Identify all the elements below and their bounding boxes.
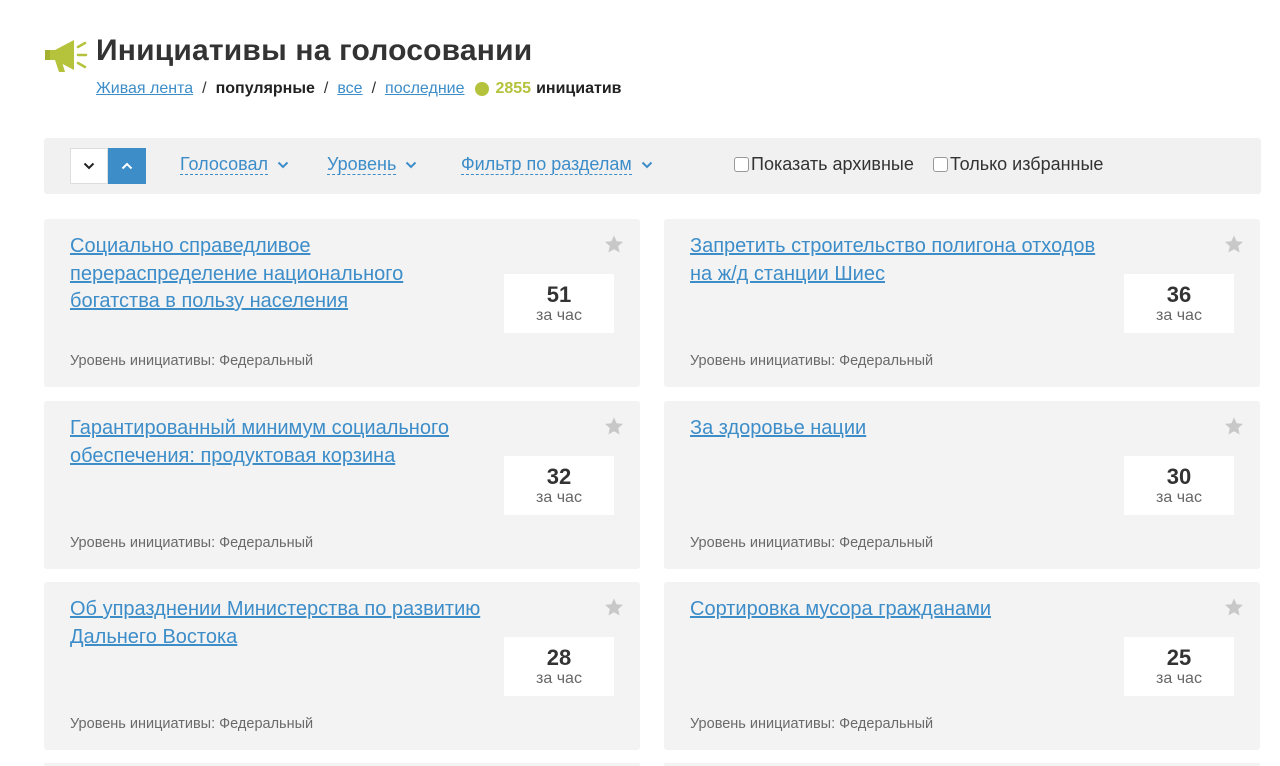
sort-ascending-button[interactable] xyxy=(108,148,146,184)
separator: / xyxy=(202,80,207,97)
initiative-card: Социально справедливое перераспределение… xyxy=(44,219,640,387)
section-filter-label: Фильтр по разделам xyxy=(461,154,632,175)
only-favorites-label: Только избранные xyxy=(950,154,1104,174)
initiative-title-link[interactable]: Сортировка мусора гражданами xyxy=(690,596,1110,624)
chevron-down-icon xyxy=(641,161,652,168)
popular-tab-active: популярные xyxy=(215,80,315,97)
votes-unit: за час xyxy=(1156,307,1202,324)
initiative-card: Гарантированный минимум социального обес… xyxy=(44,401,640,569)
live-feed-link[interactable]: Живая лента xyxy=(96,80,193,98)
recent-link[interactable]: последние xyxy=(385,80,464,98)
votes-counter: 28 за час xyxy=(504,637,614,696)
votes-unit: за час xyxy=(1156,670,1202,687)
level-dropdown[interactable]: Уровень xyxy=(327,154,417,175)
votes-counter: 36 за час xyxy=(1124,274,1234,333)
filter-bar: Голосовал Уровень Фильтр по разделам Пок… xyxy=(44,138,1261,194)
favorite-star-icon[interactable] xyxy=(604,417,624,436)
initiatives-count: 2855 xyxy=(495,80,532,97)
votes-per-hour: 32 xyxy=(546,464,572,489)
separator: / xyxy=(323,80,329,97)
initiative-level: Уровень инициативы: Федеральный xyxy=(70,716,314,732)
votes-counter: 51 за час xyxy=(504,274,614,333)
all-link[interactable]: все xyxy=(337,80,362,98)
count-dot-icon xyxy=(475,82,490,96)
initiative-card: За здоровье нации 30 за час Уровень иниц… xyxy=(664,401,1260,569)
chevron-up-icon xyxy=(121,162,133,170)
chevron-down-icon xyxy=(406,161,417,168)
sort-toggle xyxy=(70,148,146,184)
initiative-title-link[interactable]: Социально справедливое перераспределение… xyxy=(70,233,490,316)
favorite-star-icon[interactable] xyxy=(1224,235,1244,254)
initiative-level: Уровень инициативы: Федеральный xyxy=(690,716,934,732)
votes-unit: за час xyxy=(536,307,582,324)
initiative-title-link[interactable]: Об упразднении Министерства по развитию … xyxy=(70,596,490,651)
initiative-level: Уровень инициативы: Федеральный xyxy=(70,353,314,369)
votes-unit: за час xyxy=(536,489,582,506)
initiative-level: Уровень инициативы: Федеральный xyxy=(690,353,934,369)
section-filter-dropdown[interactable]: Фильтр по разделам xyxy=(461,154,653,175)
votes-per-hour: 28 xyxy=(546,645,572,670)
initiative-title-link[interactable]: Запретить строительство полигона отходов… xyxy=(690,233,1110,288)
votes-unit: за час xyxy=(1156,489,1202,506)
initiative-card: Запретить строительство полигона отходов… xyxy=(664,219,1260,387)
favorite-star-icon[interactable] xyxy=(1224,417,1244,436)
initiative-level: Уровень инициативы: Федеральный xyxy=(690,535,934,551)
page-header: Инициативы на голосовании Живая лента / … xyxy=(44,30,1244,110)
megaphone-icon xyxy=(45,40,88,72)
votes-per-hour: 25 xyxy=(1166,645,1192,670)
votes-per-hour: 36 xyxy=(1166,282,1192,307)
initiative-card: Сортировка мусора гражданами 25 за час У… xyxy=(664,582,1260,750)
chevron-down-icon xyxy=(83,162,95,170)
sort-descending-button[interactable] xyxy=(70,148,108,184)
initiative-title-link[interactable]: Гарантированный минимум социального обес… xyxy=(70,415,490,470)
separator: / xyxy=(371,80,377,97)
favorite-star-icon[interactable] xyxy=(604,235,624,254)
favorite-star-icon[interactable] xyxy=(1224,598,1244,617)
votes-counter: 30 за час xyxy=(1124,456,1234,515)
only-favorites-checkbox[interactable]: Только избранные xyxy=(933,154,1103,175)
page-title: Инициативы на голосовании xyxy=(96,34,533,67)
votes-unit: за час xyxy=(536,670,582,687)
votes-per-hour: 30 xyxy=(1166,464,1192,489)
view-tabs: Живая лента / популярные / все / последн… xyxy=(96,80,622,98)
votes-counter: 25 за час xyxy=(1124,637,1234,696)
voted-dropdown[interactable]: Голосовал xyxy=(180,154,289,175)
initiative-level: Уровень инициативы: Федеральный xyxy=(70,535,314,551)
level-dropdown-label: Уровень xyxy=(327,154,397,175)
favorite-star-icon[interactable] xyxy=(604,598,624,617)
checkbox-box[interactable] xyxy=(734,157,749,172)
initiative-card: Об упразднении Министерства по развитию … xyxy=(44,582,640,750)
voted-dropdown-label: Голосовал xyxy=(180,154,268,175)
votes-per-hour: 51 xyxy=(546,282,572,307)
initiative-title-link[interactable]: За здоровье нации xyxy=(690,415,1110,443)
votes-counter: 32 за час xyxy=(504,456,614,515)
initiatives-count-label: инициатив xyxy=(536,80,622,97)
show-archived-label: Показать архивные xyxy=(751,154,914,174)
checkbox-box[interactable] xyxy=(933,157,948,172)
chevron-down-icon xyxy=(277,161,289,168)
show-archived-checkbox[interactable]: Показать архивные xyxy=(734,154,914,175)
